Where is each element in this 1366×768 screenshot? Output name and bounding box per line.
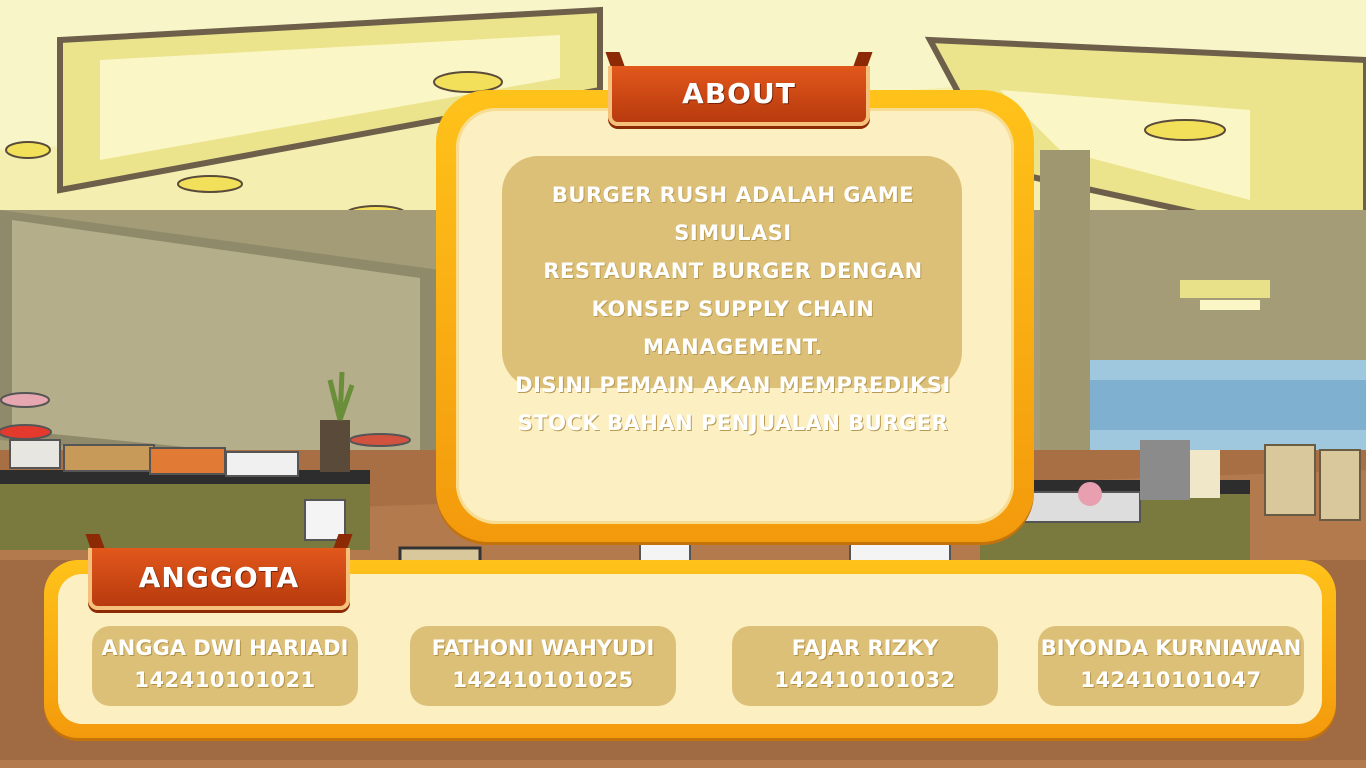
member-card: FAJAR RIZKY 142410101032 [732, 626, 998, 706]
member-nim: 142410101032 [774, 668, 956, 692]
about-title: ABOUT [608, 66, 870, 126]
about-line: RESTAURANT BURGER DENGAN [543, 259, 923, 283]
about-line: STOCK BAHAN PENJUALAN BURGER [517, 411, 949, 435]
anggota-title: ANGGOTA [88, 548, 350, 610]
member-card: ANGGA DWI HARIADI 142410101021 [92, 626, 358, 706]
member-name: FAJAR RIZKY [791, 636, 939, 660]
member-card: BIYONDA KURNIAWAN 142410101047 [1038, 626, 1304, 706]
about-line: BURGER RUSH ADALAH GAME SIMULASI [551, 183, 915, 245]
member-nim: 142410101021 [134, 668, 316, 692]
member-nim: 142410101047 [1080, 668, 1262, 692]
member-name: BIYONDA KURNIAWAN [1040, 636, 1302, 660]
member-nim: 142410101025 [452, 668, 634, 692]
about-line: KONSEP SUPPLY CHAIN MANAGEMENT. [591, 297, 875, 359]
member-name: ANGGA DWI HARIADI [101, 636, 349, 660]
member-card: FATHONI WAHYUDI 142410101025 [410, 626, 676, 706]
about-line: DISINI PEMAIN AKAN MEMPREDIKSI [515, 373, 951, 397]
about-description: BURGER RUSH ADALAH GAME SIMULASI RESTAUR… [505, 176, 961, 442]
member-name: FATHONI WAHYUDI [431, 636, 655, 660]
